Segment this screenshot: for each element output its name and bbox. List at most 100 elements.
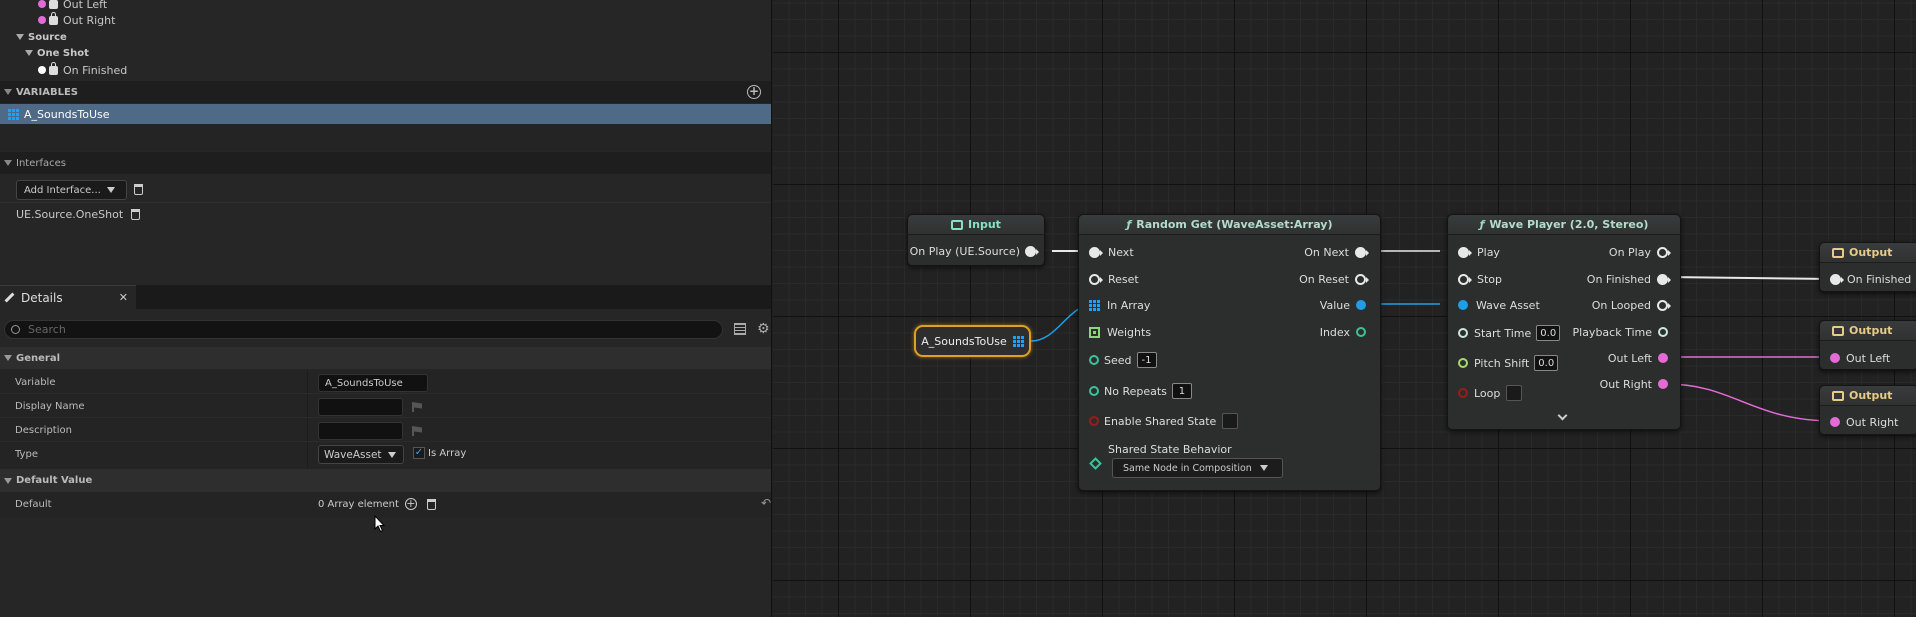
- gear-icon[interactable]: ⚙: [757, 322, 770, 336]
- delete-icon[interactable]: [426, 498, 436, 510]
- node-graph-canvas[interactable]: Input On Play (UE.Source) A_SoundsToUse …: [773, 0, 1916, 617]
- interface-item[interactable]: UE.Source.OneShot: [0, 202, 771, 226]
- add-variable-icon[interactable]: +: [747, 85, 761, 99]
- exec-pin-icon[interactable]: [1025, 245, 1039, 257]
- default-value-header[interactable]: Default Value: [0, 469, 771, 492]
- variable-name-field[interactable]: A_SoundsToUse: [318, 374, 428, 392]
- no-repeats-input[interactable]: 1: [1171, 383, 1192, 399]
- input-node[interactable]: Input On Play (UE.Source): [907, 214, 1045, 266]
- time-pin-icon[interactable]: [1658, 327, 1668, 337]
- pin-wave-asset[interactable]: Wave Asset: [1458, 297, 1540, 313]
- delete-icon[interactable]: [131, 209, 141, 220]
- exec-pin-icon[interactable]: [1355, 246, 1369, 258]
- output-node-out-right[interactable]: Output Out Right: [1819, 385, 1916, 435]
- exec-pin-icon[interactable]: [1657, 273, 1671, 285]
- variables-header[interactable]: VARIABLES +: [0, 81, 771, 103]
- collapse-arrow-icon[interactable]: [4, 89, 12, 95]
- wave-player-header[interactable]: ƒ Wave Player (2.0, Stereo): [1448, 215, 1680, 235]
- add-element-icon[interactable]: +: [404, 498, 417, 510]
- variable-get-node[interactable]: A_SoundsToUse: [914, 325, 1031, 357]
- pin-on-play[interactable]: On Play (UE.Source): [910, 243, 1039, 259]
- enable-shared-state-checkbox[interactable]: [1222, 413, 1239, 429]
- exec-pin-icon[interactable]: [1657, 299, 1671, 311]
- pin-on-finished-out[interactable]: On Finished: [1587, 271, 1671, 287]
- search-input[interactable]: Search: [4, 320, 723, 339]
- pin-stop[interactable]: Stop: [1458, 271, 1502, 287]
- loop-checkbox[interactable]: [1506, 385, 1523, 401]
- expand-arrow-icon[interactable]: [25, 50, 33, 56]
- pin-reset[interactable]: Reset: [1089, 271, 1139, 287]
- enum-pin-icon[interactable]: [1089, 457, 1102, 470]
- pin-start-time[interactable]: Start Time 0.0: [1458, 325, 1561, 341]
- description-field[interactable]: [318, 422, 403, 440]
- audio-pin-icon[interactable]: [1658, 379, 1668, 389]
- delete-icon[interactable]: [134, 184, 143, 195]
- pin-on-play-out[interactable]: On Play: [1609, 244, 1671, 260]
- random-get-header[interactable]: ƒ Random Get (WaveAsset:Array): [1079, 215, 1380, 235]
- pin-on-reset[interactable]: On Reset: [1299, 271, 1369, 287]
- pin-value[interactable]: Value: [1320, 297, 1366, 313]
- collapse-arrow-icon[interactable]: [4, 160, 12, 166]
- audio-pin-icon[interactable]: [1830, 353, 1840, 363]
- pin-out-right[interactable]: Out Right: [1600, 376, 1668, 392]
- pin-in-array[interactable]: In Array: [1089, 297, 1150, 313]
- close-icon[interactable]: ✕: [119, 291, 128, 304]
- pin-enable-shared-state[interactable]: Enable Shared State: [1089, 413, 1239, 429]
- pin-no-repeats[interactable]: No Repeats 1: [1089, 383, 1192, 399]
- output-node-header[interactable]: Output: [1820, 386, 1916, 406]
- wave-player-node[interactable]: ƒ Wave Player (2.0, Stereo) Play Stop Wa…: [1447, 214, 1681, 430]
- int-pin-icon[interactable]: [1089, 355, 1099, 365]
- wave-asset-pin-icon[interactable]: [1458, 300, 1468, 310]
- tree-item-on-finished[interactable]: On Finished: [38, 60, 771, 80]
- array-pin-icon[interactable]: [1089, 299, 1100, 311]
- table-view-icon[interactable]: [734, 323, 746, 335]
- output-node-header[interactable]: Output: [1820, 243, 1916, 263]
- collapse-arrow-icon[interactable]: [4, 477, 12, 484]
- array-pin-icon[interactable]: [1012, 335, 1024, 347]
- int-pin-icon[interactable]: [1089, 386, 1099, 396]
- type-dropdown[interactable]: WaveAsset: [318, 445, 404, 464]
- interfaces-header[interactable]: Interfaces: [0, 152, 771, 174]
- exec-pin-icon[interactable]: [1657, 246, 1671, 258]
- pin-index[interactable]: Index: [1320, 324, 1366, 340]
- int-pin-icon[interactable]: [1356, 327, 1366, 337]
- pin-loop[interactable]: Loop: [1458, 385, 1523, 401]
- start-time-input[interactable]: 0.0: [1536, 325, 1561, 341]
- pin-out-right-in[interactable]: Out Right: [1830, 414, 1898, 430]
- float-pin-icon[interactable]: [1458, 358, 1468, 368]
- pin-weights[interactable]: Weights: [1089, 324, 1151, 340]
- pin-on-next[interactable]: On Next: [1304, 244, 1369, 260]
- pin-next[interactable]: Next: [1089, 244, 1134, 260]
- output-node-header[interactable]: Output: [1820, 321, 1916, 341]
- audio-pin-icon[interactable]: [1830, 417, 1840, 427]
- pin-on-finished-in[interactable]: On Finished: [1830, 271, 1911, 287]
- reset-icon[interactable]: ↶: [761, 496, 771, 510]
- tab-details[interactable]: Details ✕: [0, 285, 136, 309]
- time-pin-icon[interactable]: [1458, 328, 1468, 338]
- display-name-field[interactable]: [318, 398, 403, 416]
- seed-input[interactable]: -1: [1136, 352, 1157, 368]
- pin-on-looped-out[interactable]: On Looped: [1592, 297, 1671, 313]
- exec-pin-icon[interactable]: [1089, 246, 1103, 258]
- expand-chevron-icon[interactable]: [1557, 410, 1568, 421]
- input-node-header[interactable]: Input: [908, 215, 1044, 235]
- float-array-pin-icon[interactable]: [1089, 326, 1100, 338]
- pin-out-left-in[interactable]: Out Left: [1830, 350, 1890, 366]
- shared-state-behavior-dropdown[interactable]: Same Node in Composition: [1112, 458, 1283, 478]
- expand-arrow-icon[interactable]: [16, 34, 24, 40]
- output-node-out-left[interactable]: Output Out Left: [1819, 320, 1916, 370]
- bool-pin-icon[interactable]: [1089, 416, 1099, 426]
- wave-asset-pin-icon[interactable]: [1356, 300, 1366, 310]
- pin-play[interactable]: Play: [1458, 244, 1500, 260]
- pin-playback-time-out[interactable]: Playback Time: [1573, 324, 1668, 340]
- exec-pin-icon[interactable]: [1089, 273, 1103, 285]
- add-interface-dropdown[interactable]: Add Interface...: [16, 180, 127, 200]
- variable-item-a-soundstouse[interactable]: A_SoundsToUse: [0, 104, 771, 124]
- pin-out-left[interactable]: Out Left: [1608, 350, 1668, 366]
- random-get-node[interactable]: ƒ Random Get (WaveAsset:Array) Next Rese…: [1078, 214, 1381, 491]
- output-node-on-finished[interactable]: Output On Finished: [1819, 242, 1916, 292]
- pin-pitch-shift[interactable]: Pitch Shift 0.0: [1458, 355, 1559, 371]
- exec-pin-icon[interactable]: [1458, 273, 1472, 285]
- collapse-arrow-icon[interactable]: [4, 355, 12, 361]
- exec-pin-icon[interactable]: [1355, 273, 1369, 285]
